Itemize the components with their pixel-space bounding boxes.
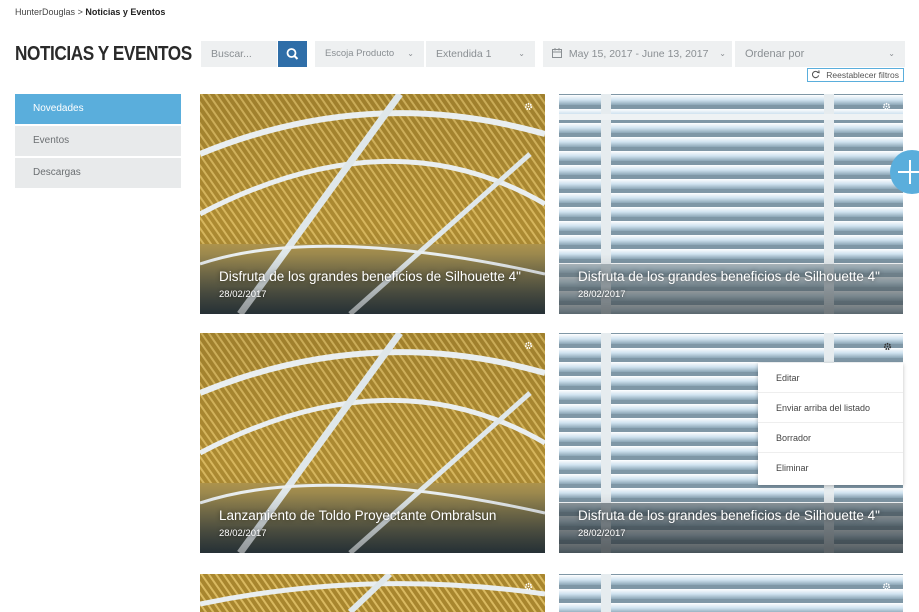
gear-icon[interactable] [883,342,892,351]
chevron-down-icon: ⌄ [518,49,525,58]
card-title[interactable]: Disfruta de los grandes beneficios de Si… [578,508,880,523]
search-button[interactable] [278,41,307,67]
chevron-down-icon: ⌄ [719,49,726,58]
add-button[interactable] [890,150,919,194]
breadcrumb-current: Noticias y Eventos [85,7,166,17]
sidebar-item-descargas[interactable]: Descargas [15,158,181,188]
date-range-value: May 15, 2017 - June 13, 2017 [568,48,709,60]
card-title[interactable]: Lanzamiento de Toldo Proyectante Ombrals… [219,508,496,523]
sort-select[interactable]: Ordenar por ⌄ [735,41,905,67]
menu-item-edit[interactable]: Editar [758,363,903,393]
news-card[interactable]: Disfruta de los grandes beneficios de Si… [559,94,903,314]
card-date: 28/02/2017 [219,528,267,539]
date-range-picker[interactable]: May 15, 2017 - June 13, 2017 ⌄ [543,41,732,67]
news-card[interactable] [200,574,545,612]
news-card[interactable]: Lanzamiento de Toldo Proyectante Ombrals… [200,333,545,553]
extension-select-value: Extendida 1 [436,48,492,60]
card-overlay [200,493,545,553]
gear-icon[interactable] [524,341,533,350]
news-card[interactable]: Disfruta de los grandes beneficios de Si… [200,94,545,314]
gear-icon[interactable] [882,102,891,111]
menu-item-delete[interactable]: Eliminar [758,453,903,483]
card-image [200,574,545,612]
chevron-down-icon: ⌄ [407,49,414,58]
refresh-icon [811,70,820,79]
card-title[interactable]: Disfruta de los grandes beneficios de Si… [219,269,521,284]
card-context-menu: Editar Enviar arriba del listado Borrado… [758,363,903,485]
card-date: 28/02/2017 [219,289,267,300]
card-title[interactable]: Disfruta de los grandes beneficios de Si… [578,269,880,284]
sidebar-item-novedades[interactable]: Novedades [15,94,181,124]
chevron-down-icon: ⌄ [888,49,895,58]
sort-select-value: Ordenar por [745,48,805,60]
sidebar-item-eventos[interactable]: Eventos [15,126,181,156]
calendar-icon [552,48,562,58]
menu-item-move-to-top[interactable]: Enviar arriba del listado [758,393,903,423]
breadcrumb: HunterDouglas > Noticias y Eventos [15,7,165,17]
card-date: 28/02/2017 [578,289,626,300]
product-select-value: Escoja Producto [325,48,395,59]
reset-filters-label: Reestablecer filtros [826,70,899,80]
card-overlay [559,254,903,314]
extension-select[interactable]: Extendida 1 ⌄ [426,41,535,67]
news-card[interactable] [559,574,903,612]
breadcrumb-separator: > [77,7,83,17]
product-select[interactable]: Escoja Producto ⌄ [315,41,424,67]
card-image [559,574,903,612]
breadcrumb-root[interactable]: HunterDouglas [15,7,75,17]
gear-icon[interactable] [524,582,533,591]
reset-filters-button[interactable]: Reestablecer filtros [806,68,904,82]
card-date: 28/02/2017 [578,528,626,539]
gear-icon[interactable] [524,102,533,111]
gear-icon[interactable] [882,582,891,591]
sidebar: Novedades Eventos Descargas [15,94,181,190]
plus-icon [898,160,919,184]
menu-item-draft[interactable]: Borrador [758,423,903,453]
search-input[interactable]: Buscar... [201,41,277,67]
card-overlay [200,254,545,314]
search-icon [286,48,299,60]
card-overlay [559,493,903,553]
page-title: NOTICIAS Y EVENTOS [15,43,192,65]
